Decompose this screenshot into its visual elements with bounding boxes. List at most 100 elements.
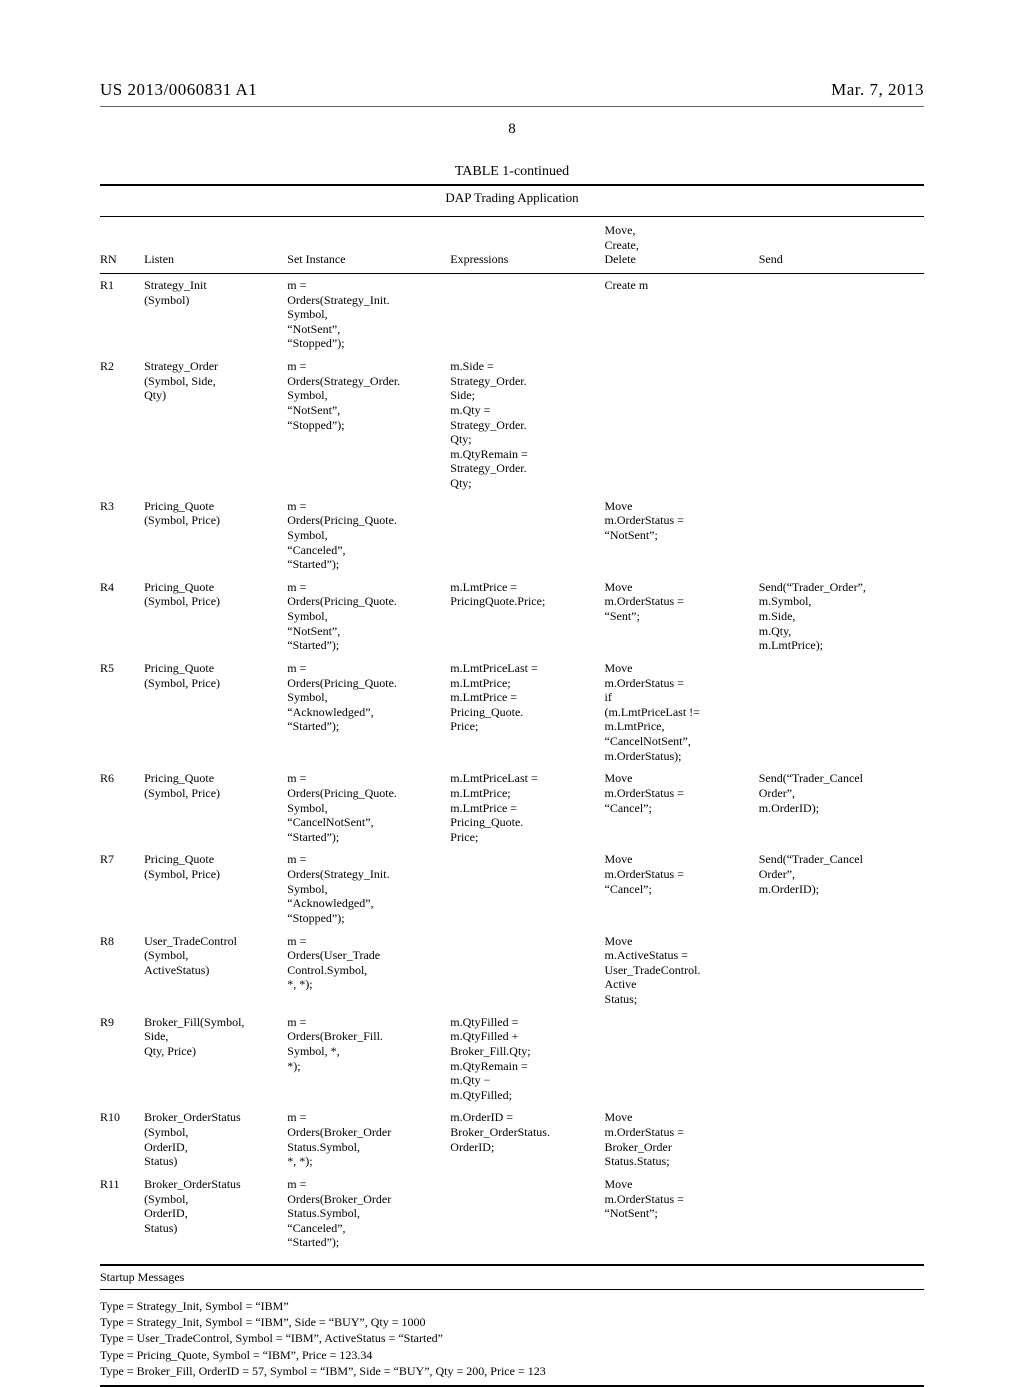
cell-move: Move m.OrderStatus = “Cancel”; bbox=[605, 767, 759, 848]
cell-expr bbox=[450, 495, 604, 576]
cell-rn: R2 bbox=[100, 355, 144, 495]
cell-listen: Pricing_Quote (Symbol, Price) bbox=[144, 495, 287, 576]
cell-listen: Pricing_Quote (Symbol, Price) bbox=[144, 848, 287, 929]
page-header: US 2013/0060831 A1 Mar. 7, 2013 bbox=[100, 80, 924, 100]
cell-listen: User_TradeControl (Symbol, ActiveStatus) bbox=[144, 930, 287, 1011]
cell-move: Move m.ActiveStatus = User_TradeControl.… bbox=[605, 930, 759, 1011]
cell-expr bbox=[450, 848, 604, 929]
cell-expr: m.OrderID = Broker_OrderStatus. OrderID; bbox=[450, 1106, 604, 1173]
startup-block: Type = Strategy_Init, Symbol = “IBM”Type… bbox=[100, 1290, 924, 1387]
cell-rn: R6 bbox=[100, 767, 144, 848]
cell-expr: m.QtyFilled = m.QtyFilled + Broker_Fill.… bbox=[450, 1011, 604, 1107]
cell-send bbox=[759, 273, 924, 355]
header-rule bbox=[100, 106, 924, 107]
cell-rn: R4 bbox=[100, 576, 144, 657]
cell-move: Create m bbox=[605, 273, 759, 355]
cell-set: m = Orders(Broker_Order Status.Symbol, “… bbox=[287, 1173, 450, 1254]
startup-heading: Startup Messages bbox=[100, 1264, 924, 1290]
cell-set: m = Orders(Broker_Fill. Symbol, *, *); bbox=[287, 1011, 450, 1107]
cell-expr: m.Side = Strategy_Order. Side; m.Qty = S… bbox=[450, 355, 604, 495]
table-header-row: RN Listen Set Instance Expressions Move,… bbox=[100, 217, 924, 273]
cell-expr bbox=[450, 930, 604, 1011]
table-title-box: DAP Trading Application bbox=[100, 184, 924, 217]
cell-set: m = Orders(Broker_Order Status.Symbol, *… bbox=[287, 1106, 450, 1173]
cell-listen: Broker_Fill(Symbol, Side, Qty, Price) bbox=[144, 1011, 287, 1107]
cell-send bbox=[759, 1106, 924, 1173]
cell-move: Move m.OrderStatus = “NotSent”; bbox=[605, 1173, 759, 1254]
cell-rn: R3 bbox=[100, 495, 144, 576]
table-row: R1Strategy_Init (Symbol)m = Orders(Strat… bbox=[100, 273, 924, 355]
cell-rn: R8 bbox=[100, 930, 144, 1011]
cell-expr bbox=[450, 1173, 604, 1254]
cell-set: m = Orders(User_Trade Control.Symbol, *,… bbox=[287, 930, 450, 1011]
cell-expr: m.LmtPrice = PricingQuote.Price; bbox=[450, 576, 604, 657]
table-body: R1Strategy_Init (Symbol)m = Orders(Strat… bbox=[100, 273, 924, 1254]
cell-move: Move m.OrderStatus = “Sent”; bbox=[605, 576, 759, 657]
table-row: R4Pricing_Quote (Symbol, Price)m = Order… bbox=[100, 576, 924, 657]
cell-rn: R9 bbox=[100, 1011, 144, 1107]
page: US 2013/0060831 A1 Mar. 7, 2013 8 TABLE … bbox=[0, 0, 1024, 1320]
cell-listen: Pricing_Quote (Symbol, Price) bbox=[144, 767, 287, 848]
startup-line: Type = Strategy_Init, Symbol = “IBM”, Si… bbox=[100, 1314, 924, 1330]
cell-send bbox=[759, 355, 924, 495]
cell-rn: R10 bbox=[100, 1106, 144, 1173]
cell-set: m = Orders(Strategy_Init. Symbol, “Ackno… bbox=[287, 848, 450, 929]
cell-expr: m.LmtPriceLast = m.LmtPrice; m.LmtPrice … bbox=[450, 657, 604, 767]
cell-listen: Strategy_Init (Symbol) bbox=[144, 273, 287, 355]
cell-rn: R1 bbox=[100, 273, 144, 355]
startup-line: Type = Pricing_Quote, Symbol = “IBM”, Pr… bbox=[100, 1347, 924, 1363]
cell-send bbox=[759, 1011, 924, 1107]
cell-send bbox=[759, 495, 924, 576]
cell-listen: Strategy_Order (Symbol, Side, Qty) bbox=[144, 355, 287, 495]
col-send: Send bbox=[759, 217, 924, 273]
cell-set: m = Orders(Strategy_Init. Symbol, “NotSe… bbox=[287, 273, 450, 355]
cell-send bbox=[759, 657, 924, 767]
publication-number: US 2013/0060831 A1 bbox=[100, 80, 257, 100]
cell-move bbox=[605, 1011, 759, 1107]
cell-listen: Broker_OrderStatus (Symbol, OrderID, Sta… bbox=[144, 1106, 287, 1173]
col-move: Move, Create, Delete bbox=[605, 217, 759, 273]
col-expr: Expressions bbox=[450, 217, 604, 273]
cell-listen: Pricing_Quote (Symbol, Price) bbox=[144, 657, 287, 767]
table-row: R6Pricing_Quote (Symbol, Price)m = Order… bbox=[100, 767, 924, 848]
cell-set: m = Orders(Pricing_Quote. Symbol, “NotSe… bbox=[287, 576, 450, 657]
cell-move: Move m.OrderStatus = “NotSent”; bbox=[605, 495, 759, 576]
cell-set: m = Orders(Pricing_Quote. Symbol, “Cance… bbox=[287, 767, 450, 848]
cell-rn: R5 bbox=[100, 657, 144, 767]
table-row: R2Strategy_Order (Symbol, Side, Qty)m = … bbox=[100, 355, 924, 495]
cell-move bbox=[605, 355, 759, 495]
cell-listen: Broker_OrderStatus (Symbol, OrderID, Sta… bbox=[144, 1173, 287, 1254]
cell-send: Send(“Trader_Cancel Order”, m.OrderID); bbox=[759, 767, 924, 848]
cell-move: Move m.OrderStatus = if (m.LmtPriceLast … bbox=[605, 657, 759, 767]
cell-move: Move m.OrderStatus = Broker_Order Status… bbox=[605, 1106, 759, 1173]
col-rn: RN bbox=[100, 217, 144, 273]
rules-table: RN Listen Set Instance Expressions Move,… bbox=[100, 217, 924, 1254]
table-subtitle: DAP Trading Application bbox=[100, 188, 924, 212]
cell-set: m = Orders(Pricing_Quote. Symbol, “Ackno… bbox=[287, 657, 450, 767]
cell-expr: m.LmtPriceLast = m.LmtPrice; m.LmtPrice … bbox=[450, 767, 604, 848]
cell-rn: R7 bbox=[100, 848, 144, 929]
cell-set: m = Orders(Strategy_Order. Symbol, “NotS… bbox=[287, 355, 450, 495]
table-row: R8User_TradeControl (Symbol, ActiveStatu… bbox=[100, 930, 924, 1011]
cell-send: Send(“Trader_Order”, m.Symbol, m.Side, m… bbox=[759, 576, 924, 657]
cell-send bbox=[759, 1173, 924, 1254]
col-set: Set Instance bbox=[287, 217, 450, 273]
col-listen: Listen bbox=[144, 217, 287, 273]
table-row: R11Broker_OrderStatus (Symbol, OrderID, … bbox=[100, 1173, 924, 1254]
cell-expr bbox=[450, 273, 604, 355]
table-row: R3Pricing_Quote (Symbol, Price)m = Order… bbox=[100, 495, 924, 576]
table-row: R5Pricing_Quote (Symbol, Price)m = Order… bbox=[100, 657, 924, 767]
page-number: 8 bbox=[100, 121, 924, 138]
table-row: R10Broker_OrderStatus (Symbol, OrderID, … bbox=[100, 1106, 924, 1173]
cell-move: Move m.OrderStatus = “Cancel”; bbox=[605, 848, 759, 929]
startup-line: Type = Broker_Fill, OrderID = 57, Symbol… bbox=[100, 1363, 924, 1379]
startup-line: Type = Strategy_Init, Symbol = “IBM” bbox=[100, 1298, 924, 1314]
cell-send: Send(“Trader_Cancel Order”, m.OrderID); bbox=[759, 848, 924, 929]
cell-rn: R11 bbox=[100, 1173, 144, 1254]
table-caption: TABLE 1-continued bbox=[100, 164, 924, 180]
table-row: R7Pricing_Quote (Symbol, Price)m = Order… bbox=[100, 848, 924, 929]
cell-listen: Pricing_Quote (Symbol, Price) bbox=[144, 576, 287, 657]
publication-date: Mar. 7, 2013 bbox=[831, 80, 924, 100]
cell-set: m = Orders(Pricing_Quote. Symbol, “Cance… bbox=[287, 495, 450, 576]
cell-send bbox=[759, 930, 924, 1011]
